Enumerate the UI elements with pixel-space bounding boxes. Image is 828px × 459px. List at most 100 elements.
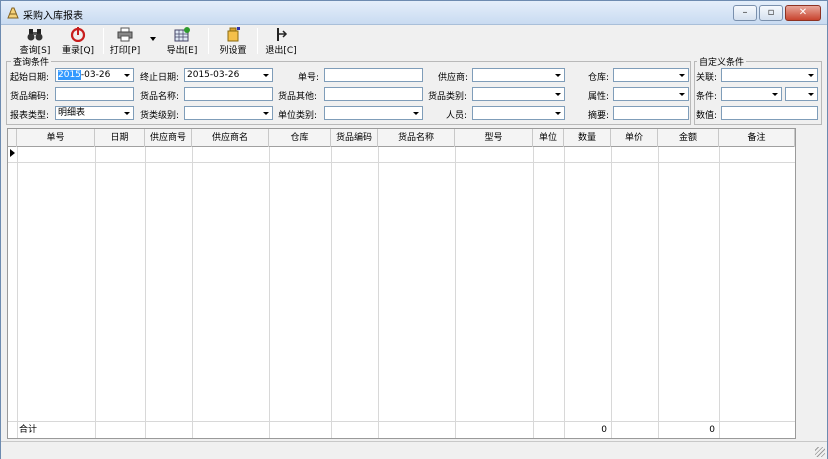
supplier-label: 供应商: [438, 73, 469, 83]
item-category-select[interactable] [472, 87, 565, 101]
status-bar [1, 441, 827, 459]
chevron-down-icon[interactable] [260, 108, 271, 118]
minimize-button[interactable]: – [733, 5, 757, 21]
export-label: 导出[E] [166, 46, 198, 56]
report-type-select[interactable]: 明细表 [55, 106, 134, 120]
column-header[interactable]: 单价 [611, 129, 658, 147]
total-amount: 0 [709, 425, 715, 435]
start-date-label: 起始日期: [10, 73, 50, 83]
chevron-down-icon[interactable] [805, 89, 816, 99]
report-type-value: 明细表 [58, 108, 86, 118]
staff-select[interactable] [472, 106, 565, 120]
column-header[interactable]: 金额 [658, 129, 719, 147]
grid-header: 单号 日期 供应商号 供应商名 仓库 货品编码 货品名称 型号 单位 数量 单价… [8, 129, 795, 147]
grid-column-line [533, 147, 534, 438]
chevron-down-icon[interactable] [121, 108, 132, 118]
item-name-input[interactable] [184, 87, 273, 101]
report-grid[interactable]: 单号 日期 供应商号 供应商名 仓库 货品编码 货品名称 型号 单位 数量 单价… [7, 128, 796, 439]
item-code-input[interactable] [55, 87, 134, 101]
window-title: 采购入库报表 [23, 11, 83, 22]
chevron-down-icon[interactable] [805, 70, 816, 80]
maximize-button[interactable]: ▫ [759, 5, 783, 21]
column-header[interactable]: 备注 [719, 129, 795, 147]
chevron-down-icon[interactable] [676, 89, 687, 99]
grid-column-line [455, 147, 456, 438]
print-button[interactable]: 打印[P] [107, 26, 143, 56]
supplier-select[interactable] [472, 68, 565, 82]
grid-column-line [658, 147, 659, 438]
condition-operator-select[interactable] [785, 87, 818, 101]
current-row-pointer-icon [10, 149, 15, 157]
column-header[interactable]: 仓库 [269, 129, 331, 147]
item-code-label: 货品编码: [10, 92, 50, 102]
chevron-down-icon[interactable] [121, 70, 132, 80]
exit-button[interactable]: 退出[C] [261, 26, 301, 56]
column-header[interactable]: 数量 [564, 129, 611, 147]
maximize-icon: ▫ [767, 7, 775, 18]
condition-label: 条件: [696, 92, 718, 102]
reset-label: 重录[Q] [61, 46, 95, 56]
grid-column-line [378, 147, 379, 438]
start-date-picker[interactable]: 2015-03-26 [55, 68, 134, 82]
exit-door-icon [277, 28, 288, 41]
warehouse-select[interactable] [613, 68, 689, 82]
grid-column-line [269, 147, 270, 438]
column-header[interactable]: 日期 [95, 129, 145, 147]
value-input[interactable] [721, 106, 818, 120]
export-grid-icon [174, 27, 190, 42]
reset-button[interactable]: 重录[Q] [57, 26, 99, 56]
print-dropdown-button[interactable] [147, 26, 159, 56]
column-header[interactable]: 单位 [533, 129, 564, 147]
chevron-down-icon[interactable] [260, 70, 271, 80]
column-header[interactable]: 货品名称 [378, 129, 455, 147]
column-header[interactable]: 供应商名 [192, 129, 269, 147]
grid-column-line [192, 147, 193, 438]
chevron-down-icon[interactable] [769, 89, 780, 99]
title-bar: 采购入库报表 – ▫ ✕ [1, 1, 827, 25]
query-button[interactable]: 查询[S] [15, 26, 55, 56]
unit-category-select[interactable] [324, 106, 423, 120]
grid-column-line [564, 147, 565, 438]
category-level-select[interactable] [184, 106, 273, 120]
toolbar-separator [103, 28, 104, 54]
column-header[interactable]: 供应商号 [145, 129, 192, 147]
condition-field-select[interactable] [721, 87, 782, 101]
start-date-selected-text: 2015 [58, 70, 81, 80]
close-icon: ✕ [798, 7, 808, 18]
end-date-picker[interactable]: 2015-03-26 [184, 68, 273, 82]
total-row-separator [8, 421, 795, 422]
chevron-down-icon[interactable] [676, 70, 687, 80]
order-no-input[interactable] [324, 68, 423, 82]
attribute-select[interactable] [613, 87, 689, 101]
chevron-down-icon[interactable] [552, 70, 563, 80]
report-type-label: 报表类型: [10, 111, 50, 121]
column-settings-button[interactable]: 列设置 [212, 26, 254, 56]
item-other-label: 货品其他: [278, 92, 318, 102]
warehouse-label: 仓库: [588, 73, 610, 83]
resize-grip-icon[interactable] [815, 447, 825, 457]
end-date-value: 2015-03-26 [187, 70, 240, 80]
close-button[interactable]: ✕ [785, 5, 821, 21]
grid-column-line [611, 147, 612, 438]
total-row-label: 合计 [19, 425, 38, 435]
column-header[interactable]: 货品编码 [331, 129, 378, 147]
row-indicator-header [8, 129, 17, 147]
grid-column-line [331, 147, 332, 438]
export-button[interactable]: 导出[E] [159, 26, 205, 56]
table-row [8, 162, 795, 163]
item-category-label: 货品类别: [428, 92, 468, 102]
relation-select[interactable] [721, 68, 818, 82]
chevron-down-icon[interactable] [552, 108, 563, 118]
value-label: 数值: [696, 111, 718, 121]
print-label: 打印[P] [109, 46, 141, 56]
summary-input[interactable] [613, 106, 689, 120]
chevron-down-icon[interactable] [410, 108, 421, 118]
column-header[interactable]: 单号 [17, 129, 95, 147]
item-other-input[interactable] [324, 87, 423, 101]
column-header[interactable]: 型号 [455, 129, 533, 147]
toolbar-separator [208, 28, 209, 54]
toolbar-separator [257, 28, 258, 54]
order-no-label: 单号: [298, 73, 320, 83]
grid-column-line [145, 147, 146, 438]
chevron-down-icon[interactable] [552, 89, 563, 99]
